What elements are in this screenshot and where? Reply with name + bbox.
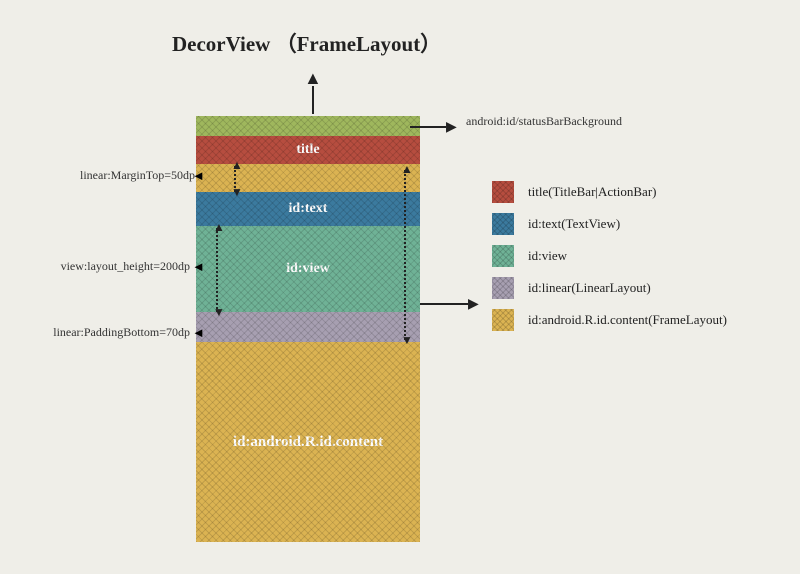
swatch-linear	[492, 277, 514, 299]
legend-row-content: id:android.R.id.content(FrameLayout)	[492, 304, 727, 336]
margin-gap-layer	[196, 164, 420, 192]
arrow-left-icon: ◄	[192, 168, 205, 184]
legend-row-linear: id:linear(LinearLayout)	[492, 272, 727, 304]
measure-span: ▲▼	[404, 170, 406, 340]
arrow-left-icon: ◄	[192, 325, 205, 341]
legend-row-text: id:text(TextView)	[492, 208, 727, 240]
title-bar-layer: title	[196, 136, 420, 164]
annotation-status-bg: android:id/statusBarBackground	[466, 114, 622, 129]
legend-label: id:android.R.id.content(FrameLayout)	[528, 312, 727, 328]
view-label: id:view	[286, 261, 330, 277]
linear-padding-layer	[196, 312, 420, 342]
arrow-up-icon: ▲	[304, 68, 322, 89]
swatch-text	[492, 213, 514, 235]
annotation-padding-bottom: linear:PaddingBottom=70dp	[34, 325, 190, 340]
measure-height: ▲▼	[216, 228, 218, 312]
arrow-left-icon: ◄	[192, 259, 205, 275]
legend-row-title: title(TitleBar|ActionBar)	[492, 176, 727, 208]
layout-stack: title id:text id:view id:android.R.id.co…	[196, 116, 420, 546]
legend-label: id:text(TextView)	[528, 216, 620, 232]
legend-label: id:view	[528, 248, 567, 264]
textview-label: id:text	[289, 201, 328, 217]
annotation-layout-height: view:layout_height=200dp	[50, 259, 190, 274]
title-bar-label: title	[296, 142, 319, 158]
legend-row-view: id:view	[492, 240, 727, 272]
swatch-title	[492, 181, 514, 203]
annotation-margin-top: linear:MarginTop=50dp	[80, 168, 190, 183]
textview-layer: id:text	[196, 192, 420, 226]
view-layer: id:view	[196, 226, 420, 312]
swatch-view	[492, 245, 514, 267]
status-bar-layer	[196, 116, 420, 136]
legend: title(TitleBar|ActionBar) id:text(TextVi…	[492, 176, 727, 336]
content-label: id:android.R.id.content	[233, 434, 383, 451]
legend-label: title(TitleBar|ActionBar)	[528, 184, 657, 200]
measure-margin: ▲▼	[234, 166, 236, 192]
diagram-title: DecorView （FrameLayout）	[172, 28, 441, 58]
legend-label: id:linear(LinearLayout)	[528, 280, 651, 296]
content-layer: id:android.R.id.content	[196, 342, 420, 542]
swatch-content	[492, 309, 514, 331]
